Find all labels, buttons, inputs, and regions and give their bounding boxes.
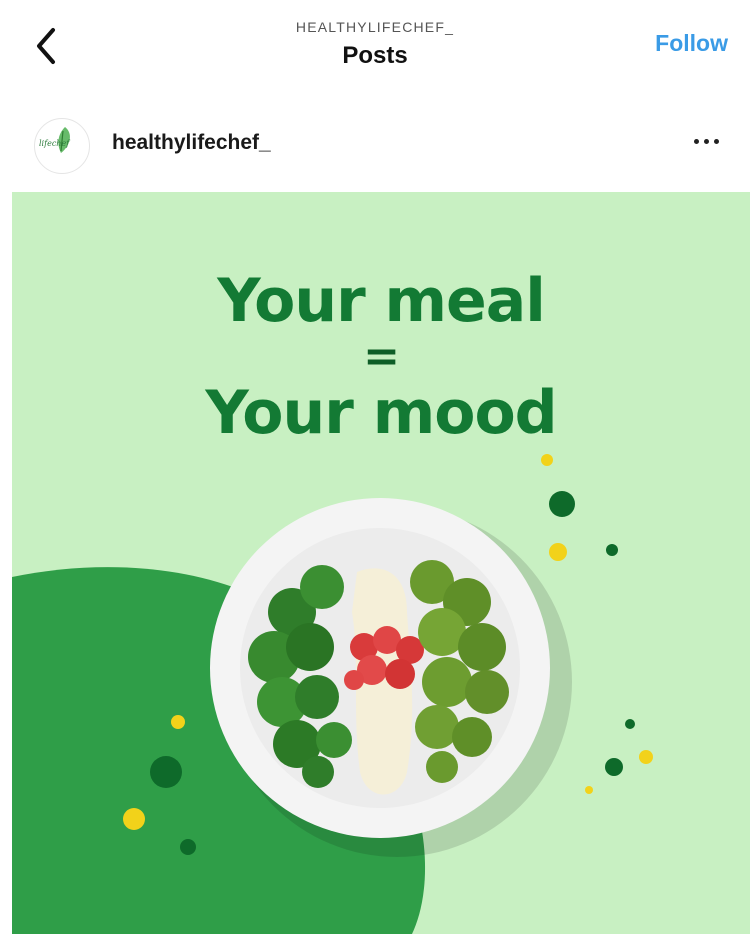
dot-decoration: [625, 719, 635, 729]
more-dot-icon: [713, 138, 719, 144]
headline-equals: =: [363, 331, 400, 382]
post-username[interactable]: healthylifechef_: [112, 131, 271, 155]
more-dot-icon: [703, 138, 709, 144]
dot-decoration: [123, 808, 145, 830]
headline-line-1: Your meal: [217, 266, 546, 336]
headline-line-2: Your mood: [205, 378, 557, 448]
dot-decoration: [171, 715, 185, 729]
follow-button[interactable]: Follow: [655, 30, 728, 57]
post-image[interactable]: Your meal = Your mood: [12, 192, 750, 934]
dot-decoration: [639, 750, 653, 764]
dot-decoration: [549, 491, 575, 517]
more-options-button[interactable]: [684, 126, 728, 156]
dot-decoration: [585, 786, 593, 794]
post-headline: Your meal = Your mood: [12, 270, 750, 444]
header-title-block: HEALTHYLIFECHEF_ Posts: [0, 18, 750, 71]
more-dot-icon: [693, 138, 699, 144]
dot-decoration: [606, 544, 618, 556]
dot-decoration: [549, 543, 567, 561]
top-navigation-bar: HEALTHYLIFECHEF_ Posts Follow: [0, 0, 750, 95]
page-title: Posts: [342, 42, 408, 69]
dot-decoration: [150, 756, 182, 788]
dot-decoration: [180, 839, 196, 855]
account-name: HEALTHYLIFECHEF_: [295, 19, 455, 35]
dot-decoration: [605, 758, 623, 776]
avatar[interactable]: lifechef: [34, 118, 90, 174]
dot-decoration: [541, 454, 553, 466]
avatar-text: lifechef: [39, 139, 70, 148]
